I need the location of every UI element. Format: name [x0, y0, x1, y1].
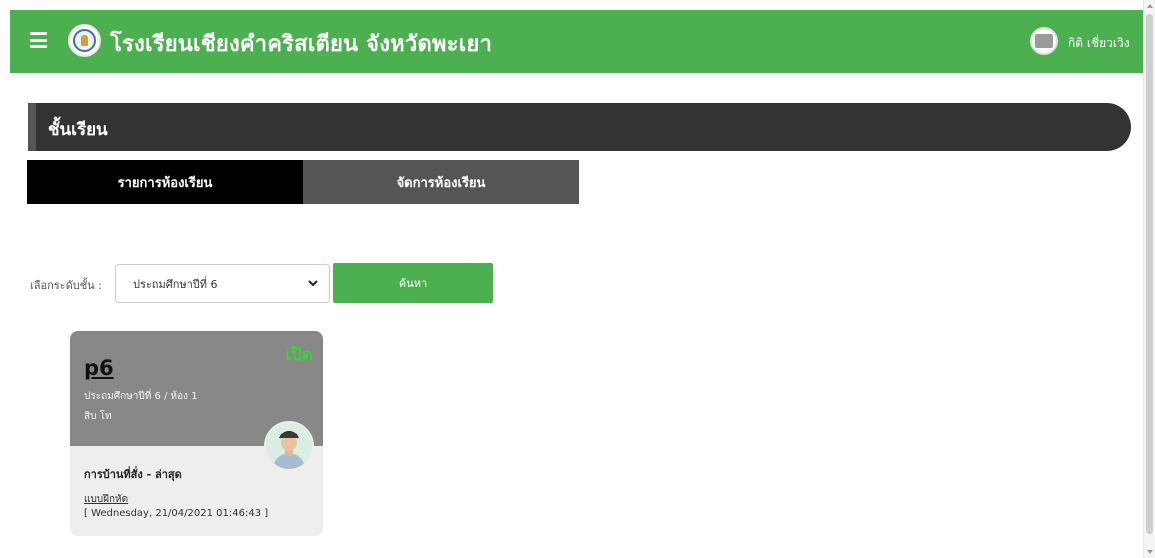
- grade-filter-label: เลือกระดับชั้น :: [30, 279, 102, 292]
- tab-classroom-list[interactable]: รายการห้องเรียน: [27, 160, 303, 204]
- section-header: ชั้นเรียน: [28, 103, 1131, 151]
- grade-select-value: ประถมศึกษาปีที่ 6: [133, 277, 218, 291]
- scroll-up-icon[interactable]: [1147, 4, 1153, 8]
- homework-date: [ Wednesday, 21/04/2021 01:46:43 ]: [84, 508, 269, 519]
- chevron-down-icon: [308, 280, 318, 287]
- search-button[interactable]: ค้นหา: [333, 263, 493, 303]
- classroom-status-badge: เปิด: [285, 345, 313, 365]
- hamburger-menu-icon[interactable]: [30, 32, 47, 48]
- classroom-code-link[interactable]: p6: [84, 356, 114, 380]
- homework-link[interactable]: แบบฝึกหัด: [84, 492, 128, 507]
- tab-manage-classroom[interactable]: จัดการห้องเรียน: [303, 160, 579, 204]
- classroom-teacher-name: สิบ โท: [84, 411, 112, 422]
- classroom-grade-room: ประถมศึกษาปีที่ 6 / ห้อง 1: [84, 391, 198, 402]
- school-logo: [68, 24, 101, 57]
- user-avatar[interactable]: [1030, 27, 1058, 55]
- top-navigation-bar: โรงเรียนเชียงคำคริสเตียน จังหวัดพะเยา กิ…: [10, 10, 1147, 73]
- user-name[interactable]: กิติ เชี่ยวเวิง: [1068, 34, 1130, 53]
- grade-select[interactable]: ประถมศึกษาปีที่ 6: [115, 264, 330, 303]
- classroom-card[interactable]: เปิด p6 ประถมศึกษาปีที่ 6 / ห้อง 1 สิบ โ…: [70, 331, 323, 536]
- teacher-avatar: [264, 421, 314, 471]
- school-name-title: โรงเรียนเชียงคำคริสเตียน จังหวัดพะเยา: [110, 32, 493, 57]
- homework-latest-title: การบ้านที่สั่ง - ล่าสุด: [84, 468, 182, 481]
- scroll-thumb[interactable]: [1146, 14, 1153, 534]
- scroll-down-icon[interactable]: [1147, 550, 1153, 554]
- section-title: ชั้นเรียน: [48, 120, 108, 140]
- page-scrollbar[interactable]: [1143, 0, 1155, 558]
